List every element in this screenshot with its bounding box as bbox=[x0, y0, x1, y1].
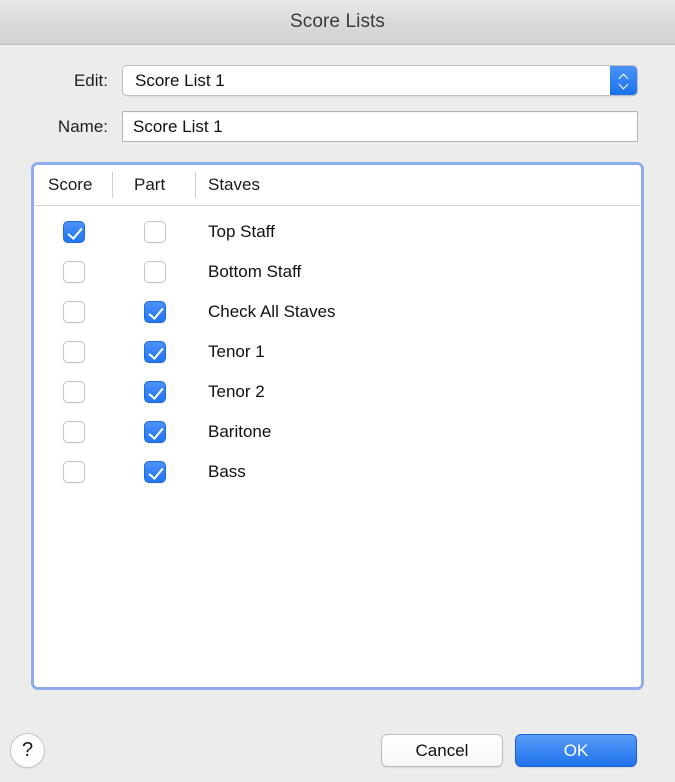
part-checkbox[interactable] bbox=[143, 461, 166, 483]
table-row[interactable]: Bottom Staff bbox=[34, 252, 641, 292]
cell-part bbox=[113, 221, 196, 243]
staves-label: Top Staff bbox=[208, 222, 275, 241]
cell-part bbox=[113, 461, 196, 483]
cell-part bbox=[113, 341, 196, 363]
table-row[interactable]: Tenor 1 bbox=[34, 332, 641, 372]
cell-score bbox=[34, 221, 113, 243]
cell-score bbox=[34, 341, 113, 363]
score-checkbox[interactable] bbox=[62, 341, 85, 363]
part-checkbox[interactable] bbox=[143, 341, 166, 363]
score-list-table[interactable]: Score Part Staves Top Staff Bottom Staff C… bbox=[31, 162, 644, 690]
score-checkbox[interactable] bbox=[62, 301, 85, 323]
score-checkbox[interactable] bbox=[62, 461, 85, 483]
table-row[interactable]: Tenor 2 bbox=[34, 372, 641, 412]
cell-part bbox=[113, 381, 196, 403]
cell-score bbox=[34, 261, 113, 283]
popup-stepper-icon[interactable] bbox=[610, 66, 637, 95]
cell-score bbox=[34, 461, 113, 483]
edit-label: Edit: bbox=[73, 70, 108, 90]
form-area: Edit: Score List 1 Name: Score List 1 bbox=[0, 45, 675, 157]
name-row: Name: Score List 1 bbox=[37, 111, 638, 142]
column-header-part[interactable]: Part bbox=[113, 165, 196, 205]
score-checkbox[interactable] bbox=[62, 261, 85, 283]
edit-row: Edit: Score List 1 bbox=[37, 65, 638, 96]
column-header-score[interactable]: Score bbox=[34, 165, 113, 205]
score-lists-dialog: Score Lists Edit: Score List 1 Name: Sco… bbox=[0, 0, 675, 782]
cancel-button[interactable]: Cancel bbox=[381, 734, 503, 767]
table-row[interactable]: Top Staff bbox=[34, 212, 641, 252]
part-checkbox[interactable] bbox=[143, 261, 166, 283]
staves-label: Bottom Staff bbox=[208, 262, 302, 281]
help-button[interactable]: ? bbox=[10, 733, 45, 768]
window-title: Score Lists bbox=[289, 11, 386, 32]
score-checkbox[interactable] bbox=[62, 381, 85, 403]
cell-part bbox=[113, 301, 196, 323]
titlebar: Score Lists bbox=[0, 0, 675, 45]
name-label: Name: bbox=[57, 116, 108, 136]
cell-part bbox=[113, 421, 196, 443]
part-checkbox[interactable] bbox=[143, 421, 166, 443]
column-header-staves[interactable]: Staves bbox=[196, 165, 641, 205]
table-row[interactable]: Baritone bbox=[34, 412, 641, 452]
cell-score bbox=[34, 421, 113, 443]
table-row[interactable]: Check All Staves bbox=[34, 292, 641, 332]
edit-popup-value: Score List 1 bbox=[135, 70, 225, 90]
chevron-down-icon bbox=[619, 82, 628, 87]
staves-label: Check All Staves bbox=[208, 302, 336, 321]
staves-label: Tenor 1 bbox=[208, 342, 265, 361]
table-body: Top Staff Bottom Staff Check All Staves Ten… bbox=[34, 206, 641, 687]
cell-part bbox=[113, 261, 196, 283]
part-checkbox[interactable] bbox=[143, 221, 166, 243]
table-row[interactable]: Bass bbox=[34, 452, 641, 492]
action-buttons: Cancel OK bbox=[381, 734, 637, 767]
ok-button[interactable]: OK bbox=[515, 734, 637, 767]
part-checkbox[interactable] bbox=[143, 381, 166, 403]
score-checkbox[interactable] bbox=[62, 221, 85, 243]
edit-popup-button[interactable]: Score List 1 bbox=[122, 65, 638, 96]
cell-score bbox=[34, 301, 113, 323]
chevron-up-icon bbox=[619, 74, 628, 79]
name-input[interactable]: Score List 1 bbox=[122, 111, 638, 142]
staves-label: Bass bbox=[208, 462, 246, 481]
table-header-row: Score Part Staves bbox=[34, 165, 641, 206]
table-inner: Score Part Staves Top Staff Bottom Staff C… bbox=[34, 165, 641, 687]
score-checkbox[interactable] bbox=[62, 421, 85, 443]
part-checkbox[interactable] bbox=[143, 301, 166, 323]
staves-label: Tenor 2 bbox=[208, 382, 265, 401]
staves-label: Baritone bbox=[208, 422, 272, 441]
footer-bar: ? Cancel OK bbox=[0, 690, 675, 782]
cell-score bbox=[34, 381, 113, 403]
